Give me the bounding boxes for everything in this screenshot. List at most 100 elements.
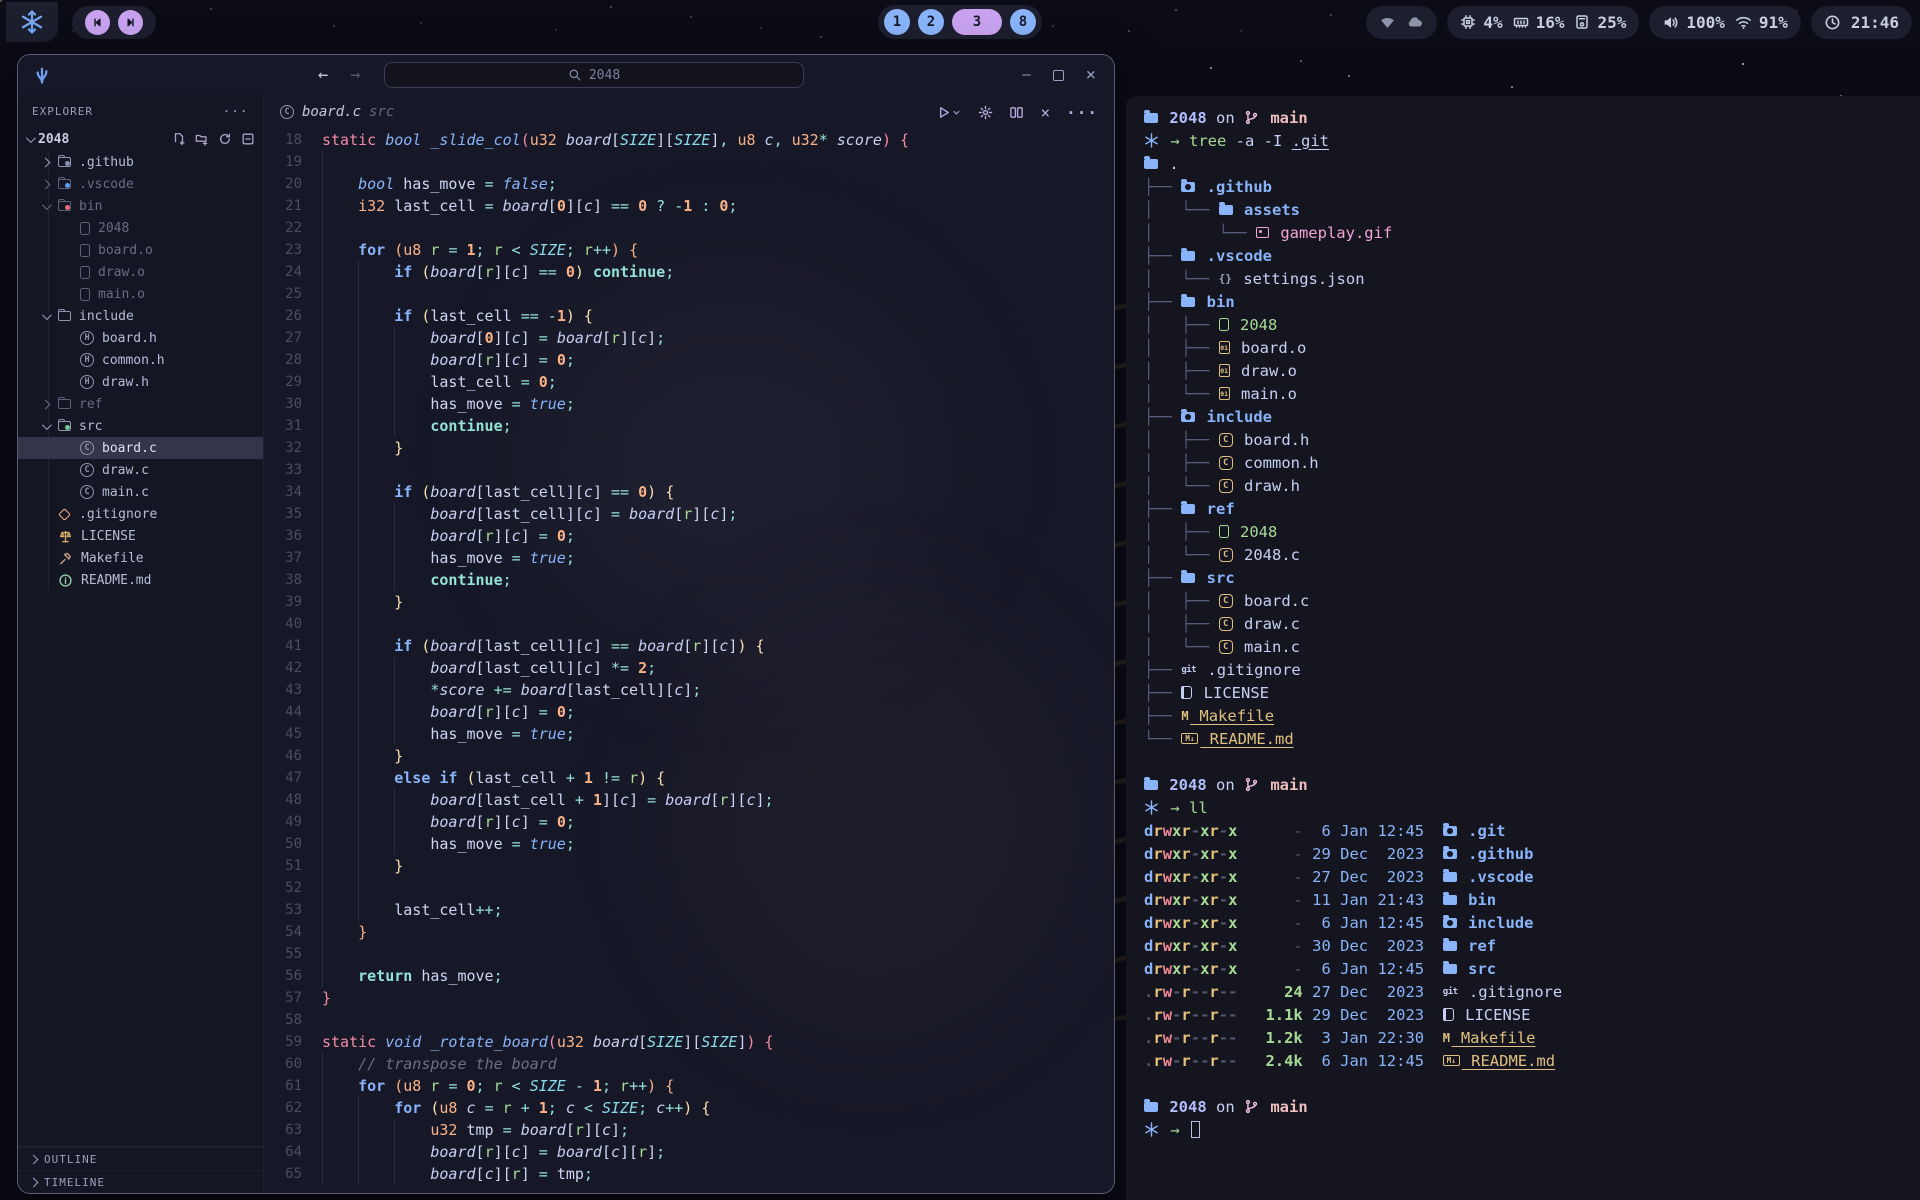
maximize-button[interactable] — [1053, 70, 1064, 81]
code-line-28[interactable]: 28 board[r][c] = 0; — [264, 349, 1114, 371]
network-module[interactable] — [1366, 6, 1437, 39]
command-center-search[interactable]: 2048 — [384, 62, 804, 88]
code-line-20[interactable]: 20 bool has_move = false; — [264, 173, 1114, 195]
code-line-50[interactable]: 50 has_move = true; — [264, 833, 1114, 855]
code-line-22[interactable]: 22 — [264, 217, 1114, 239]
code-line-21[interactable]: 21 i32 last_cell = board[0][c] == 0 ? -1… — [264, 195, 1114, 217]
code-line-58[interactable]: 58 — [264, 1009, 1114, 1031]
timeline-section[interactable]: TIMELINE — [18, 1170, 263, 1193]
code-line-24[interactable]: 24 if (board[r][c] == 0) continue; — [264, 261, 1114, 283]
code-line-63[interactable]: 63 u32 tmp = board[r][c]; — [264, 1119, 1114, 1141]
code-line-56[interactable]: 56 return has_move; — [264, 965, 1114, 987]
tree-item-board.c[interactable]: Cboard.c — [18, 437, 263, 459]
code-line-55[interactable]: 55 — [264, 943, 1114, 965]
code-line-45[interactable]: 45 has_move = true; — [264, 723, 1114, 745]
new-file-button[interactable] — [172, 132, 186, 146]
tree-item-LICENSE[interactable]: LICENSE — [18, 525, 263, 547]
tree-item-Makefile[interactable]: Makefile — [18, 547, 263, 569]
tree-item-draw.o[interactable]: draw.o — [18, 261, 263, 283]
code-line-19[interactable]: 19 — [264, 151, 1114, 173]
clock-module[interactable]: 21:46 — [1811, 6, 1912, 39]
refresh-explorer-button[interactable] — [218, 132, 232, 146]
tree-item-README.md[interactable]: README.md — [18, 569, 263, 591]
code-line-31[interactable]: 31 continue; — [264, 415, 1114, 437]
tree-item-src[interactable]: src — [18, 415, 263, 437]
code-line-36[interactable]: 36 board[r][c] = 0; — [264, 525, 1114, 547]
explorer-root-folder[interactable]: 2048 — [18, 127, 263, 151]
tree-item-2048[interactable]: 2048 — [18, 217, 263, 239]
code-line-48[interactable]: 48 board[last_cell + 1][c] = board[r][c]… — [264, 789, 1114, 811]
code-line-46[interactable]: 46 } — [264, 745, 1114, 767]
run-debug-button[interactable] — [936, 105, 962, 120]
workspace-1[interactable]: 1 — [884, 9, 910, 35]
tree-item-ref[interactable]: ref — [18, 393, 263, 415]
terminal-window[interactable]: 2048 on main → tree -a -I .git .├── .git… — [1126, 96, 1920, 1200]
tree-item-include[interactable]: include — [18, 305, 263, 327]
code-line-47[interactable]: 47 else if (last_cell + 1 != r) { — [264, 767, 1114, 789]
tree-item-bin[interactable]: bin — [18, 195, 263, 217]
code-line-62[interactable]: 62 for (u8 c = r + 1; c < SIZE; c++) { — [264, 1097, 1114, 1119]
code-line-41[interactable]: 41 if (board[last_cell][c] == board[r][c… — [264, 635, 1114, 657]
code-line-32[interactable]: 32 } — [264, 437, 1114, 459]
code-line-26[interactable]: 26 if (last_cell == -1) { — [264, 305, 1114, 327]
collapse-folders-button[interactable] — [241, 132, 255, 146]
tree-item-draw.h[interactable]: Hdraw.h — [18, 371, 263, 393]
code-line-60[interactable]: 60 // transpose the board — [264, 1053, 1114, 1075]
code-line-53[interactable]: 53 last_cell++; — [264, 899, 1114, 921]
code-line-33[interactable]: 33 — [264, 459, 1114, 481]
code-line-40[interactable]: 40 — [264, 613, 1114, 635]
code-line-65[interactable]: 65 board[c][r] = tmp; — [264, 1163, 1114, 1185]
outline-section[interactable]: OUTLINE — [18, 1147, 263, 1170]
media-next-button[interactable] — [118, 10, 143, 35]
code-line-39[interactable]: 39 } — [264, 591, 1114, 613]
tab-board-c[interactable]: C board.c src — [280, 104, 394, 120]
code-line-35[interactable]: 35 board[last_cell][c] = board[r][c]; — [264, 503, 1114, 525]
more-actions-button[interactable]: ··· — [1066, 103, 1098, 122]
code-line-42[interactable]: 42 board[last_cell][c] *= 2; — [264, 657, 1114, 679]
tree-item-main.c[interactable]: Cmain.c — [18, 481, 263, 503]
media-previous-button[interactable] — [85, 10, 110, 35]
close-button[interactable]: × — [1086, 65, 1096, 85]
code-line-54[interactable]: 54 } — [264, 921, 1114, 943]
code-line-27[interactable]: 27 board[0][c] = board[r][c]; — [264, 327, 1114, 349]
workspace-2[interactable]: 2 — [918, 9, 944, 35]
code-line-25[interactable]: 25 — [264, 283, 1114, 305]
code-line-29[interactable]: 29 last_cell = 0; — [264, 371, 1114, 393]
settings-gear-button[interactable] — [978, 105, 993, 120]
code-line-52[interactable]: 52 — [264, 877, 1114, 899]
code-line-43[interactable]: 43 *score += board[last_cell][c]; — [264, 679, 1114, 701]
tree-item-main.o[interactable]: main.o — [18, 283, 263, 305]
workspace-8[interactable]: 8 — [1010, 9, 1036, 35]
minimize-button[interactable]: – — [1022, 67, 1030, 83]
tree-item-.vscode[interactable]: .vscode — [18, 173, 263, 195]
tree-item-draw.c[interactable]: Cdraw.c — [18, 459, 263, 481]
code-line-59[interactable]: 59static void _rotate_board(u32 board[SI… — [264, 1031, 1114, 1053]
code-editor[interactable]: 18static bool _slide_col(u32 board[SIZE]… — [264, 129, 1114, 1193]
workspace-3-active[interactable]: 3 — [952, 9, 1002, 35]
code-line-37[interactable]: 37 has_move = true; — [264, 547, 1114, 569]
tree-item-board.o[interactable]: board.o — [18, 239, 263, 261]
code-line-51[interactable]: 51 } — [264, 855, 1114, 877]
launcher-button[interactable] — [6, 2, 58, 42]
code-line-49[interactable]: 49 board[r][c] = 0; — [264, 811, 1114, 833]
tree-item-.github[interactable]: .github — [18, 151, 263, 173]
tree-item-board.h[interactable]: Hboard.h — [18, 327, 263, 349]
code-line-57[interactable]: 57} — [264, 987, 1114, 1009]
system-stats-module[interactable]: 4% 16% 25% — [1447, 6, 1639, 39]
back-arrow-icon[interactable]: ← — [318, 65, 328, 85]
explorer-more-button[interactable]: ··· — [223, 105, 249, 118]
code-line-30[interactable]: 30 has_move = true; — [264, 393, 1114, 415]
forward-arrow-icon[interactable]: → — [350, 65, 360, 85]
vscode-titlebar[interactable]: ← → 2048 – × — [18, 55, 1114, 95]
code-line-61[interactable]: 61 for (u8 r = 0; r < SIZE - 1; r++) { — [264, 1075, 1114, 1097]
tree-item-.gitignore[interactable]: .gitignore — [18, 503, 263, 525]
code-line-34[interactable]: 34 if (board[last_cell][c] == 0) { — [264, 481, 1114, 503]
code-line-44[interactable]: 44 board[r][c] = 0; — [264, 701, 1114, 723]
close-editor-button[interactable]: × — [1040, 103, 1050, 122]
split-editor-button[interactable] — [1009, 105, 1024, 120]
code-line-23[interactable]: 23 for (u8 r = 1; r < SIZE; r++) { — [264, 239, 1114, 261]
tree-item-common.h[interactable]: Hcommon.h — [18, 349, 263, 371]
code-line-18[interactable]: 18static bool _slide_col(u32 board[SIZE]… — [264, 129, 1114, 151]
audio-network-module[interactable]: 100% 91% — [1649, 6, 1800, 39]
code-line-64[interactable]: 64 board[r][c] = board[c][r]; — [264, 1141, 1114, 1163]
